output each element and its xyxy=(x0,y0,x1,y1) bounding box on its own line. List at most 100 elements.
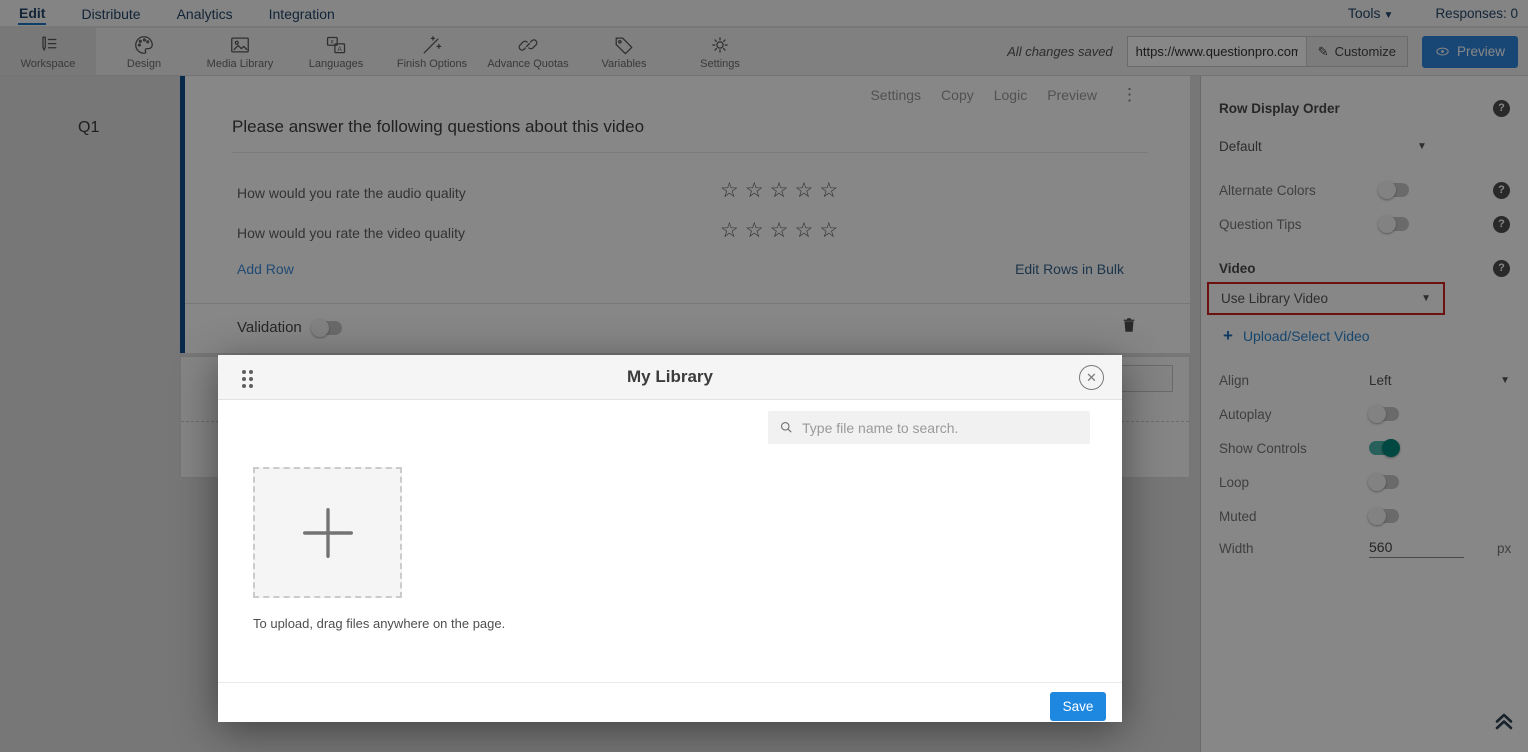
survey-url-group: ✎ Customize xyxy=(1127,36,1408,67)
row-label[interactable]: How would you rate the video quality xyxy=(237,225,465,241)
star-icon[interactable]: ☆ xyxy=(720,219,745,242)
help-icon[interactable]: ? xyxy=(1493,216,1510,233)
svg-text:A: A xyxy=(337,45,342,52)
alternate-colors-toggle[interactable] xyxy=(1379,183,1409,197)
video-section-label: Video xyxy=(1219,261,1256,276)
show-controls-label: Show Controls xyxy=(1219,441,1307,456)
workspace-icon xyxy=(37,34,59,56)
help-icon[interactable]: ? xyxy=(1493,100,1510,117)
double-chevron-up-icon xyxy=(1492,709,1516,733)
star-icon[interactable]: ☆ xyxy=(819,179,844,202)
toolbar-item-variables[interactable]: Variables xyxy=(576,28,672,75)
question-number: Q1 xyxy=(78,119,99,137)
autoplay-toggle[interactable] xyxy=(1369,407,1399,421)
chevron-down-icon: ▼ xyxy=(1417,141,1427,152)
toolbar-item-languages[interactable]: xA Languages xyxy=(288,28,384,75)
top-nav: Edit Distribute Analytics Integration To… xyxy=(0,0,1528,27)
loop-toggle[interactable] xyxy=(1369,475,1399,489)
preview-button[interactable]: Preview xyxy=(1422,36,1518,68)
design-icon xyxy=(133,34,155,56)
row-label[interactable]: How would you rate the audio quality xyxy=(237,185,466,201)
tab-analytics[interactable]: Analytics xyxy=(176,2,234,24)
question-preview-link[interactable]: Preview xyxy=(1047,87,1097,103)
languages-icon: xA xyxy=(325,34,347,56)
modal-header: My Library ✕ xyxy=(218,355,1122,400)
question-copy-link[interactable]: Copy xyxy=(941,87,974,103)
star-icon[interactable]: ☆ xyxy=(745,179,770,202)
toolbar-item-finish-options[interactable]: Finish Options xyxy=(384,28,480,75)
help-icon[interactable]: ? xyxy=(1493,182,1510,199)
toolbar-item-workspace[interactable]: Workspace xyxy=(0,28,96,75)
validation-toggle[interactable] xyxy=(312,321,342,335)
tab-distribute[interactable]: Distribute xyxy=(80,2,141,24)
editor-toolbar: Workspace Design Media Library xA Langua… xyxy=(0,28,1528,76)
help-icon[interactable]: ? xyxy=(1493,260,1510,277)
question-actions: Settings Copy Logic Preview ⋮ xyxy=(870,85,1138,105)
align-value[interactable]: Left xyxy=(1369,373,1392,388)
toolbar-item-media-library[interactable]: Media Library xyxy=(192,28,288,75)
plus-icon xyxy=(297,502,359,564)
question-tips-toggle[interactable] xyxy=(1379,217,1409,231)
survey-url-input[interactable] xyxy=(1128,44,1306,59)
width-input[interactable] xyxy=(1369,539,1464,558)
toolbar-item-advance-quotas[interactable]: Advance Quotas xyxy=(480,28,576,75)
star-rating: ☆☆☆☆☆ xyxy=(720,178,844,203)
validation-label: Validation xyxy=(237,319,302,336)
validation-row: Validation xyxy=(237,319,342,336)
autosave-status: All changes saved xyxy=(1007,44,1113,59)
toolbar-item-design[interactable]: Design xyxy=(96,28,192,75)
star-icon[interactable]: ☆ xyxy=(819,219,844,242)
variables-icon xyxy=(613,34,635,56)
save-button[interactable]: Save xyxy=(1050,692,1106,721)
upload-file-tile[interactable] xyxy=(253,467,402,598)
settings-sidebar: Row Display Order ? Default ▼ Alternate … xyxy=(1200,76,1528,752)
finish-options-icon xyxy=(421,34,443,56)
edit-rows-in-bulk-link[interactable]: Edit Rows in Bulk xyxy=(1015,261,1124,277)
width-label: Width xyxy=(1219,541,1254,556)
star-icon[interactable]: ☆ xyxy=(745,219,770,242)
toolbar-item-settings[interactable]: Settings xyxy=(672,28,768,75)
rating-row: How would you rate the audio quality ☆☆☆… xyxy=(237,181,1147,205)
question-card: Settings Copy Logic Preview ⋮ Please ans… xyxy=(180,76,1190,353)
settings-icon xyxy=(709,34,731,56)
chevron-down-icon: ▼ xyxy=(1384,10,1394,21)
star-icon[interactable]: ☆ xyxy=(720,179,745,202)
close-icon[interactable]: ✕ xyxy=(1079,365,1104,390)
add-row-link[interactable]: Add Row xyxy=(237,261,294,277)
row-display-order-dropdown[interactable]: Default ▼ xyxy=(1219,136,1510,156)
star-icon[interactable]: ☆ xyxy=(770,219,795,242)
library-search xyxy=(768,411,1090,444)
modal-title: My Library xyxy=(627,367,713,387)
customize-button[interactable]: ✎ Customize xyxy=(1306,37,1407,66)
question-settings-link[interactable]: Settings xyxy=(870,87,921,103)
tab-integration[interactable]: Integration xyxy=(268,2,336,24)
question-logic-link[interactable]: Logic xyxy=(994,87,1027,103)
star-icon[interactable]: ☆ xyxy=(794,179,819,202)
show-controls-toggle[interactable] xyxy=(1369,441,1399,455)
responses-count[interactable]: Responses: 0 xyxy=(1435,6,1518,21)
question-title[interactable]: Please answer the following questions ab… xyxy=(232,117,1148,153)
autoplay-label: Autoplay xyxy=(1219,407,1272,422)
star-icon[interactable]: ☆ xyxy=(794,219,819,242)
toolbar-item-label: Settings xyxy=(700,58,740,70)
search-input[interactable] xyxy=(802,420,1079,436)
scroll-to-top-button[interactable] xyxy=(1492,709,1516,738)
star-icon[interactable]: ☆ xyxy=(770,179,795,202)
toolbar-item-label: Languages xyxy=(309,58,363,70)
tab-edit[interactable]: Edit xyxy=(18,1,46,25)
video-source-dropdown-highlighted[interactable]: Use Library Video ▼ xyxy=(1207,282,1445,315)
pencil-icon: ✎ xyxy=(1318,44,1329,60)
drag-handle-icon[interactable] xyxy=(242,370,253,388)
questionpro-editor-page: Edit Distribute Analytics Integration To… xyxy=(0,0,1528,752)
kebab-menu-icon[interactable]: ⋮ xyxy=(1121,85,1138,105)
upload-select-video-link[interactable]: + Upload/Select Video xyxy=(1223,326,1370,346)
trash-icon[interactable] xyxy=(1120,315,1138,340)
chevron-down-icon[interactable]: ▼ xyxy=(1500,375,1510,386)
search-icon xyxy=(779,420,794,435)
alternate-colors-label: Alternate Colors xyxy=(1219,183,1316,198)
tools-menu[interactable]: Tools▼ xyxy=(1348,5,1394,21)
toolbar-item-label: Finish Options xyxy=(397,58,467,70)
width-unit: px xyxy=(1497,541,1511,556)
muted-toggle[interactable] xyxy=(1369,509,1399,523)
media-library-icon xyxy=(229,34,251,56)
